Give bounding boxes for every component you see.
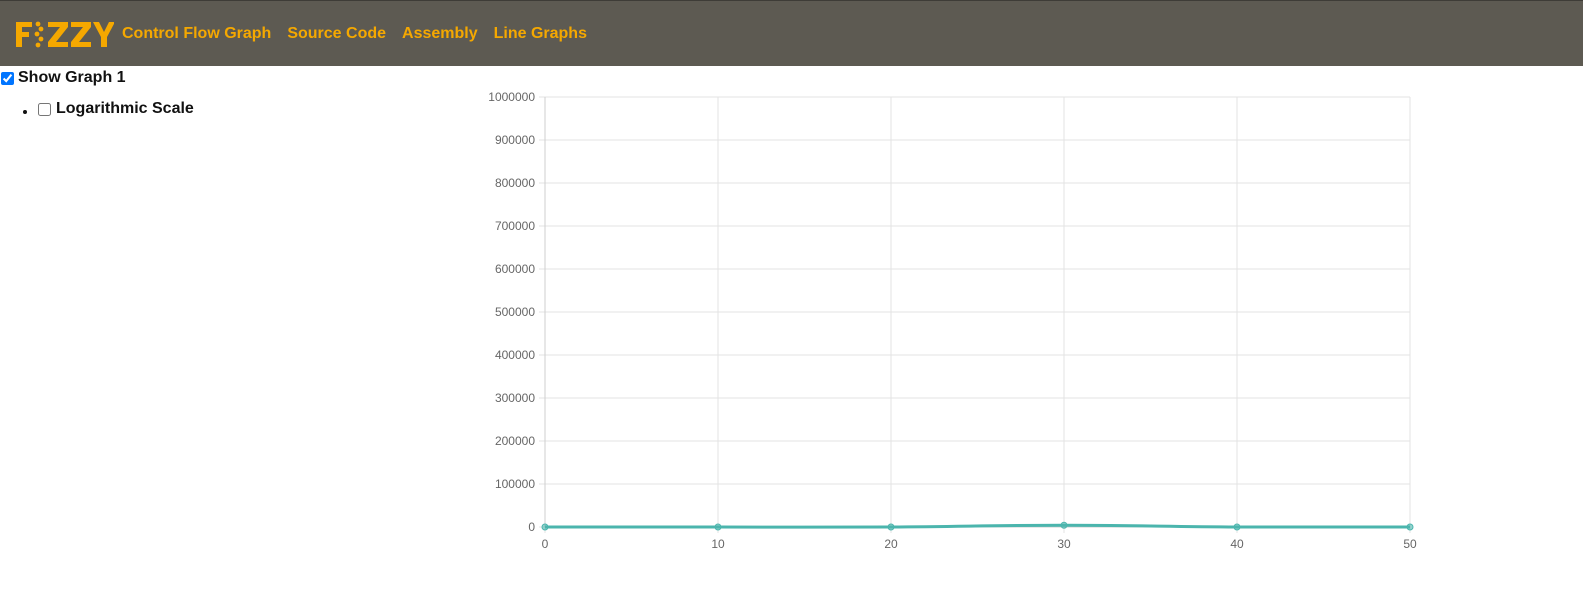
- nav-links: Control Flow Graph Source Code Assembly …: [122, 25, 603, 43]
- y-tick-label: 500000: [495, 305, 535, 319]
- top-navbar: Control Flow Graph Source Code Assembly …: [0, 0, 1583, 66]
- x-tick-label: 20: [884, 537, 898, 551]
- data-point: [887, 523, 895, 531]
- nav-link-source-code[interactable]: Source Code: [287, 25, 386, 43]
- log-scale-label: Logarithmic Scale: [56, 100, 194, 117]
- y-tick-label: 0: [528, 520, 535, 534]
- y-tick-label: 1000000: [488, 90, 535, 104]
- log-scale-checkbox[interactable]: [38, 102, 51, 116]
- graph-controls: Show Graph 1 Logarithmic Scale: [0, 68, 194, 121]
- show-graph-checkbox[interactable]: [1, 71, 14, 85]
- x-tick-label: 30: [1057, 537, 1071, 551]
- data-point: [1406, 523, 1414, 531]
- y-tick-label: 600000: [495, 262, 535, 276]
- log-scale-option[interactable]: Logarithmic Scale: [38, 100, 194, 118]
- y-tick-label: 300000: [495, 391, 535, 405]
- nav-link-control-flow-graph[interactable]: Control Flow Graph: [122, 25, 271, 43]
- line-chart-svg: 0 100000 200000 300000 400000 500000 600000 700…: [488, 90, 1417, 551]
- x-tick-label: 0: [542, 537, 549, 551]
- graph-options-list: Logarithmic Scale: [0, 100, 194, 121]
- y-tick-label: 700000: [495, 219, 535, 233]
- log-scale-list-item: Logarithmic Scale: [38, 100, 194, 121]
- x-tick-label: 40: [1230, 537, 1244, 551]
- line-chart: 0 100000 200000 300000 400000 500000 600000 700…: [470, 86, 1430, 556]
- data-point: [541, 523, 549, 531]
- y-tick-label: 800000: [495, 176, 535, 190]
- data-point: [1233, 523, 1241, 531]
- show-graph-option[interactable]: Show Graph 1: [0, 68, 194, 88]
- x-tick-label: 50: [1403, 537, 1417, 551]
- fizzy-logo-icon: [16, 21, 114, 47]
- data-point: [714, 523, 722, 531]
- y-tick-label: 100000: [495, 477, 535, 491]
- x-tick-label: 10: [711, 537, 725, 551]
- y-tick-label: 200000: [495, 434, 535, 448]
- fizzy-logo[interactable]: [14, 1, 114, 67]
- y-tick-label: 400000: [495, 348, 535, 362]
- data-point: [1060, 521, 1068, 529]
- y-tick-label: 900000: [495, 133, 535, 147]
- series-line: [545, 523, 1411, 529]
- show-graph-label: Show Graph 1: [18, 69, 126, 86]
- nav-link-assembly[interactable]: Assembly: [402, 25, 478, 43]
- nav-link-line-graphs[interactable]: Line Graphs: [494, 25, 587, 43]
